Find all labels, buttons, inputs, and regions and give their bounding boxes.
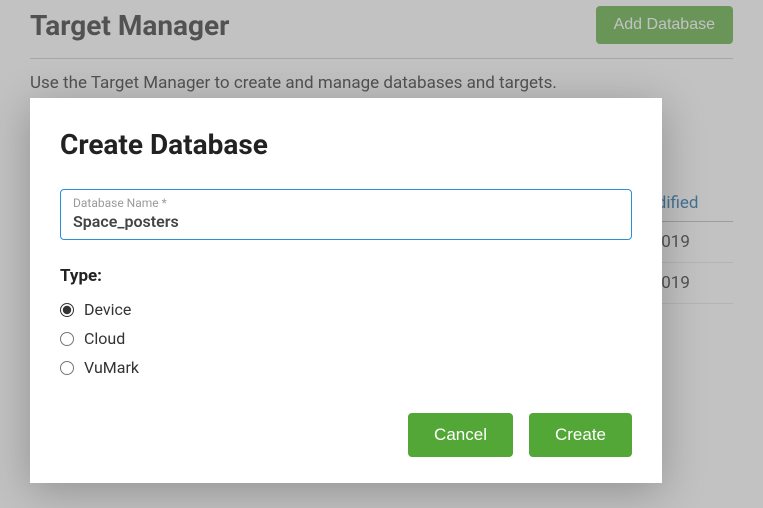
type-label: Type: (60, 266, 632, 286)
radio-cloud[interactable] (60, 332, 74, 346)
database-name-label: Database Name * (73, 196, 619, 210)
radio-vumark[interactable] (60, 361, 74, 375)
create-database-modal: Create Database Database Name * Type: De… (30, 98, 662, 483)
database-name-field-wrap[interactable]: Database Name * (60, 189, 632, 240)
radio-device[interactable] (60, 303, 74, 317)
radio-cloud-label: Cloud (84, 329, 125, 348)
type-radio-group: Device Cloud VuMark (60, 300, 632, 377)
radio-option-device[interactable]: Device (60, 300, 632, 319)
radio-option-vumark[interactable]: VuMark (60, 358, 632, 377)
create-button[interactable]: Create (529, 413, 632, 457)
radio-vumark-label: VuMark (84, 358, 139, 377)
cancel-button[interactable]: Cancel (408, 413, 513, 457)
radio-device-label: Device (84, 300, 131, 319)
modal-title: Create Database (60, 128, 632, 161)
radio-option-cloud[interactable]: Cloud (60, 329, 632, 348)
database-name-input[interactable] (73, 212, 619, 231)
